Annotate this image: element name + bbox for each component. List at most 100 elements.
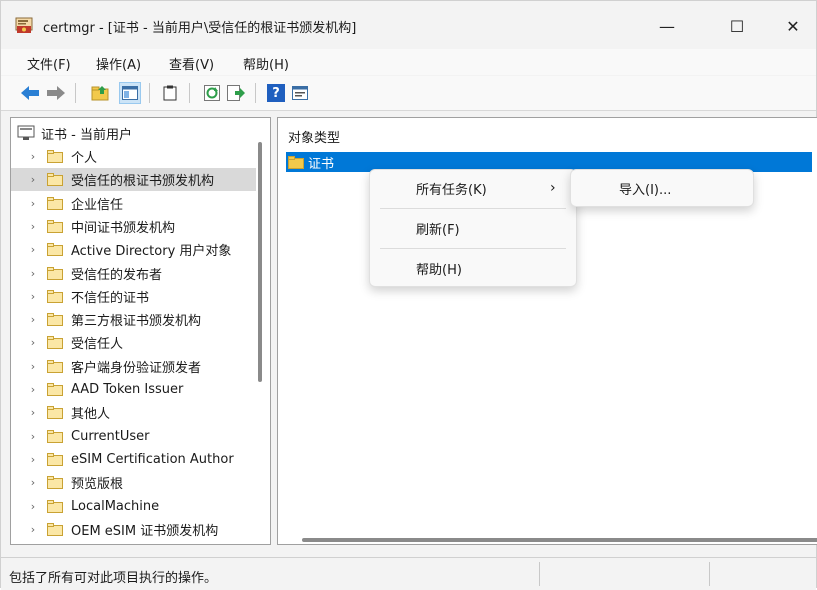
tree-root[interactable]: 证书 - 当前用户 <box>17 123 132 143</box>
minimize-button[interactable]: — <box>645 9 689 43</box>
submenu-item-import[interactable]: 导入(I)... <box>571 174 753 202</box>
folder-icon <box>288 155 304 169</box>
status-divider <box>539 562 540 586</box>
tree-vertical-scrollbar[interactable] <box>258 142 262 382</box>
tree-item-label: 其他人 <box>71 407 111 423</box>
submenu-item-label: 导入(I)... <box>619 182 672 198</box>
folder-icon <box>47 289 63 303</box>
certificate-store-icon <box>17 125 35 140</box>
chevron-right-icon[interactable]: › <box>27 500 39 513</box>
tree-item-label: 客户端身份验证颁发者 <box>71 360 202 376</box>
folder-icon <box>47 359 63 373</box>
tree-item[interactable]: › 受信任的根证书颁发机构 <box>11 168 256 192</box>
tree-item[interactable]: › 个人 <box>11 145 256 168</box>
forward-arrow-icon[interactable] <box>47 84 65 102</box>
menu-separator <box>380 248 566 249</box>
tree-item-label: 受信任的发布者 <box>71 267 163 283</box>
folder-icon <box>47 243 63 257</box>
show-hide-tree-icon[interactable] <box>119 82 141 104</box>
tree-root-label: 证书 - 当前用户 <box>41 127 132 143</box>
folder-icon <box>47 383 63 396</box>
chevron-right-icon[interactable]: › <box>27 313 39 326</box>
menu-action[interactable]: 操作(A) <box>96 54 141 73</box>
folder-icon <box>47 452 63 466</box>
certmgr-window: certmgr - [证书 - 当前用户\受信任的根证书颁发机构] — ☐ ✕ … <box>0 0 817 590</box>
tree-item[interactable]: › LocalMachine <box>11 495 256 518</box>
menu-bar: 文件(F) 操作(A) 查看(V) 帮助(H) <box>1 49 816 75</box>
console-tree-pane[interactable]: 证书 - 当前用户 › 个人 › 受信任的根证书颁发机构 › 企业信任 › 中间证书颁发机构 ›… <box>10 117 271 545</box>
folder-icon <box>47 313 63 327</box>
menu-separator <box>380 208 566 209</box>
close-button[interactable]: ✕ <box>771 9 815 43</box>
tree-item[interactable]: › 预览版根 <box>11 471 256 494</box>
tree-item[interactable]: › 受信任的发布者 <box>11 262 256 285</box>
folder-icon <box>47 219 63 233</box>
properties-icon[interactable] <box>291 84 309 102</box>
folder-icon <box>47 196 63 210</box>
tree-item[interactable]: › AAD Token Issuer <box>11 378 256 401</box>
context-menu-item-help[interactable]: 帮助(H) <box>370 254 576 282</box>
tree-item[interactable]: › 受信任人 <box>11 331 256 354</box>
chevron-right-icon[interactable]: › <box>27 197 39 210</box>
chevron-right-icon[interactable]: › <box>27 336 39 349</box>
chevron-right-icon[interactable]: › <box>27 173 39 186</box>
folder-icon <box>47 173 63 187</box>
clipboard-icon[interactable] <box>161 84 179 102</box>
menu-help[interactable]: 帮助(H) <box>243 54 289 73</box>
context-menu-item-label: 刷新(F) <box>416 222 460 238</box>
chevron-right-icon[interactable]: › <box>27 476 39 489</box>
tree-item[interactable]: › 第三方根证书颁发机构 <box>11 308 256 331</box>
tree-item-label: LocalMachine <box>71 498 160 514</box>
certmgr-app-icon <box>15 17 33 33</box>
tree-item[interactable]: › OEM eSIM 证书颁发机构 <box>11 518 256 541</box>
context-menu-item-refresh[interactable]: 刷新(F) <box>370 214 576 242</box>
menu-file[interactable]: 文件(F) <box>27 54 71 73</box>
tree-item[interactable]: › 其他人 <box>11 401 256 424</box>
chevron-right-icon[interactable]: › <box>27 267 39 280</box>
chevron-right-icon[interactable]: › <box>27 523 39 536</box>
tree-item[interactable]: › 企业信任 <box>11 192 256 215</box>
chevron-right-icon[interactable]: › <box>27 453 39 466</box>
refresh-icon[interactable] <box>203 84 221 102</box>
tree-item-label: AAD Token Issuer <box>71 382 184 397</box>
help-icon[interactable]: ? <box>267 84 285 102</box>
folder-icon <box>47 406 63 420</box>
all-tasks-submenu: 导入(I)... <box>570 169 754 207</box>
chevron-right-icon[interactable]: › <box>27 383 39 396</box>
tree-item[interactable]: › eSIM Certification Author <box>11 448 256 471</box>
tree-item[interactable]: › 中间证书颁发机构 <box>11 215 256 238</box>
context-menu: 所有任务(K) › 刷新(F) 帮助(H) <box>369 169 577 287</box>
tree-item[interactable]: › 客户端身份验证颁发者 <box>11 355 256 378</box>
folder-icon <box>47 266 63 280</box>
back-arrow-icon[interactable] <box>21 84 39 102</box>
column-header-object-type[interactable]: 对象类型 <box>288 127 340 146</box>
toolbar-separator <box>75 83 76 103</box>
details-horizontal-scrollbar[interactable] <box>302 538 817 542</box>
folder-icon <box>47 476 63 490</box>
chevron-right-icon[interactable]: › <box>27 150 39 163</box>
tree-item[interactable]: › CurrentUser <box>11 425 256 448</box>
chevron-right-icon[interactable]: › <box>27 220 39 233</box>
chevron-right-icon[interactable]: › <box>27 243 39 256</box>
tree-item-label: 第三方根证书颁发机构 <box>71 314 202 330</box>
chevron-right-icon[interactable]: › <box>27 360 39 373</box>
tree-item-label: 受信任人 <box>71 337 124 353</box>
tree-item-label: eSIM Certification Author <box>71 451 234 467</box>
menu-view[interactable]: 查看(V) <box>169 54 214 73</box>
folder-icon <box>47 336 63 350</box>
submenu-arrow-icon: › <box>550 180 556 196</box>
tree-item[interactable]: › Active Directory 用户对象 <box>11 238 256 261</box>
folder-icon <box>47 499 63 513</box>
chevron-right-icon[interactable]: › <box>27 290 39 303</box>
tree-item[interactable]: › 不信任的证书 <box>11 285 256 308</box>
export-list-icon[interactable] <box>227 84 245 102</box>
maximize-button[interactable]: ☐ <box>715 9 759 43</box>
chevron-right-icon[interactable]: › <box>27 430 39 443</box>
tree-item-label: 个人 <box>71 151 98 166</box>
context-menu-item-label: 帮助(H) <box>416 262 462 278</box>
folder-icon <box>47 522 63 536</box>
status-divider <box>709 562 710 586</box>
chevron-right-icon[interactable]: › <box>27 406 39 419</box>
up-folder-icon[interactable] <box>91 84 109 102</box>
context-menu-item-all-tasks[interactable]: 所有任务(K) › <box>370 174 576 202</box>
